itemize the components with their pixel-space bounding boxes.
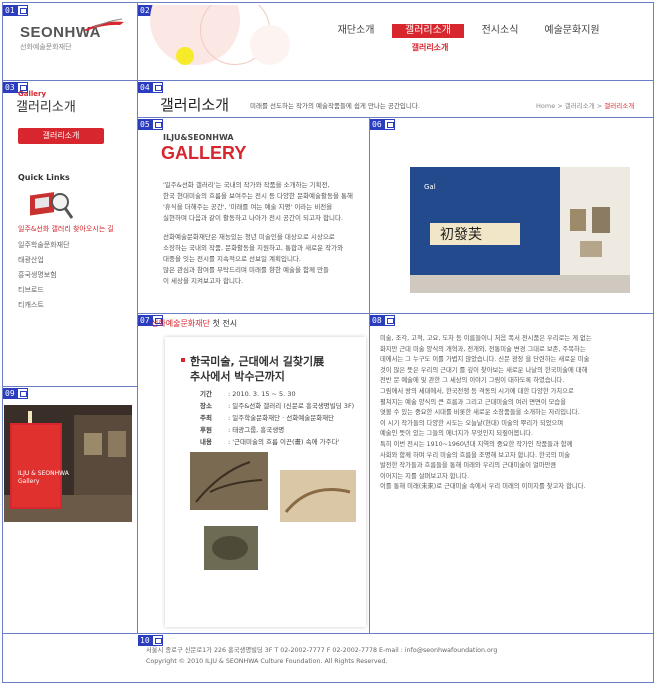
sidebar-title: 갤러리소개 bbox=[16, 100, 76, 115]
grid-line bbox=[2, 80, 654, 81]
svg-text:Gal: Gal bbox=[424, 183, 436, 191]
image-icon bbox=[16, 5, 28, 16]
image-icon bbox=[151, 82, 163, 93]
image-icon bbox=[151, 119, 163, 130]
grid-line bbox=[2, 633, 654, 634]
info-row: 기간: 2010. 3. 15 ~ 5. 30 bbox=[200, 390, 296, 398]
nav-subitem-gallery[interactable]: 갤러리소개 bbox=[394, 42, 466, 53]
region-tag-09: 09 bbox=[3, 388, 28, 399]
grid-line bbox=[137, 117, 654, 118]
exhibition-article: 미술, 조각, 고적, 고요, 도자 등 이름들이니 처음 폭서 전시품은 우리… bbox=[380, 335, 592, 491]
info-row: 내용: '근대미술의 흐름 이끈(畫) 속에 가주다' bbox=[200, 438, 340, 446]
image-icon bbox=[16, 388, 28, 399]
gallery-heading: GALLERY bbox=[161, 143, 247, 163]
gallery-interior-photo: 初發芙 Gal bbox=[410, 167, 630, 293]
gallery-para-2: 선화예술문화재단은 재능있는 청년 미술인을 대상으로 시상으로 소장하는 국내… bbox=[163, 233, 344, 285]
info-row: 주최: 일주학술문화재단 · 선화예술문화재단 bbox=[200, 414, 335, 422]
quick-link[interactable]: 티캐스트 bbox=[18, 298, 70, 313]
quick-link[interactable]: 일주학술문화재단 bbox=[18, 238, 70, 253]
gallery-para-1: '일주&선화 갤러리'는 국내의 작가와 작품을 소개하는 기획전, 한국 현대… bbox=[163, 181, 353, 222]
breadcrumb: Home > 갤러리소개 > 갤러리소개 bbox=[536, 102, 635, 110]
nav-item-foundation[interactable]: 재단소개 bbox=[320, 24, 392, 38]
info-row: 장소: 일주&선화 갤러리 (신문로 흥국생명빌딩 3F) bbox=[200, 402, 355, 410]
grid-line bbox=[369, 117, 370, 633]
image-icon bbox=[383, 119, 395, 130]
nav-item-art-support[interactable]: 예술문화지원 bbox=[536, 24, 608, 38]
region-tag-04: 04 bbox=[138, 82, 163, 93]
svg-text:Gallery: Gallery bbox=[18, 478, 40, 485]
footer-copyright: Copyright © 2010 ILJU & SEONHWA Culture … bbox=[146, 658, 388, 665]
header-decoration bbox=[140, 5, 310, 80]
quick-link[interactable]: 티브로드 bbox=[18, 283, 70, 298]
directions-link[interactable]: 일주&선화 갤러리 찾아오시는 길 bbox=[18, 224, 114, 234]
sidebar-item-gallery-intro[interactable]: 갤러리소개 bbox=[18, 128, 104, 144]
main-nav: 재단소개 갤러리소개 전시소식 예술문화지원 bbox=[320, 24, 608, 38]
breadcrumb-item[interactable]: 갤러리소개 bbox=[565, 102, 595, 110]
svg-text:ILJU & SEONHWA: ILJU & SEONHWA bbox=[18, 470, 70, 477]
quick-links-heading: Quick Links bbox=[18, 173, 70, 182]
grid-line bbox=[137, 313, 654, 314]
nav-item-exhibitions[interactable]: 전시소식 bbox=[464, 24, 536, 38]
quick-link[interactable]: 태광산업 bbox=[18, 253, 70, 268]
exhibition-info: 기간: 2010. 3. 15 ~ 5. 30 장소: 일주&선화 갤러리 (신… bbox=[200, 388, 354, 448]
region-tag-08: 08 bbox=[370, 315, 395, 326]
region-tag-05: 05 bbox=[138, 119, 163, 130]
breadcrumb-home[interactable]: Home bbox=[536, 102, 555, 110]
exhibition-artworks bbox=[190, 452, 356, 570]
image-icon bbox=[383, 315, 395, 326]
gallery-entrance-photo: ILJU & SEONHWA Gallery bbox=[4, 405, 132, 522]
exhibition-section-label: 선화예술문화재단 첫 전시 bbox=[151, 319, 238, 328]
logo-swoosh-icon bbox=[84, 18, 124, 31]
site-footer: 서울시 종로구 신문로1가 226 흥국생명빌딩 3F T 02-2002-77… bbox=[146, 645, 497, 667]
region-tag-01: 01 bbox=[3, 5, 28, 16]
quick-links-list: 일주학술문화재단 태광산업 흥국생명보험 티브로드 티캐스트 bbox=[18, 238, 70, 313]
footer-address: 서울시 종로구 신문로1가 226 흥국생명빌딩 3F T 02-2002-77… bbox=[146, 647, 498, 654]
exhibition-title: 한국미술, 근대에서 길찾기展 추사에서 박수근까지 bbox=[190, 355, 325, 383]
info-row: 후원: 태광그룹, 흥국생명 bbox=[200, 426, 285, 434]
breadcrumb-current: 갤러리소개 bbox=[604, 102, 635, 110]
page-title: 갤러리소개 bbox=[160, 96, 230, 114]
nav-item-gallery[interactable]: 갤러리소개 bbox=[392, 24, 464, 38]
bullet-icon bbox=[181, 358, 185, 362]
logo-subtitle: 선화예술문화재단 bbox=[20, 43, 72, 51]
svg-text:初發芙: 初發芙 bbox=[440, 226, 482, 243]
gallery-kicker: ILJU&SEONHWA bbox=[163, 133, 234, 142]
map-search-icon[interactable] bbox=[26, 188, 74, 222]
grid-line bbox=[2, 386, 137, 387]
page-description: 미래를 선도하는 작가의 예술작품들에 쉽게 만나는 공간입니다. bbox=[250, 102, 420, 110]
quick-link[interactable]: 흥국생명보험 bbox=[18, 268, 70, 283]
region-tag-06: 06 bbox=[370, 119, 395, 130]
